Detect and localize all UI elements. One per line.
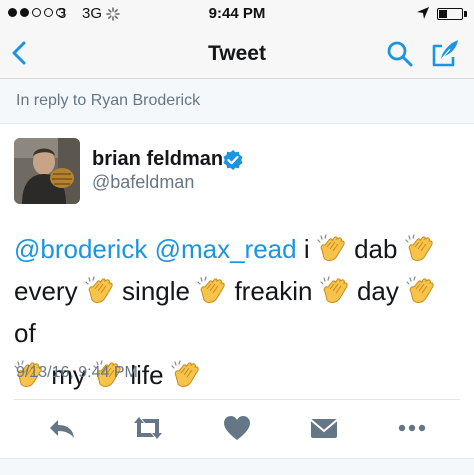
tweet-word: i — [303, 234, 310, 264]
tweet-word: dab — [354, 234, 398, 264]
tweet-word: day — [356, 276, 399, 306]
mention-link[interactable]: @broderick — [14, 234, 147, 264]
avatar[interactable] — [14, 138, 80, 204]
clapping-hands-emoji-icon — [85, 276, 115, 306]
direct-message-icon[interactable] — [306, 412, 342, 444]
reply-context-text: In reply to Ryan Broderick — [16, 92, 201, 109]
mention-link[interactable]: @max_read — [155, 234, 297, 264]
reply-context-bar[interactable]: In reply to Ryan Broderick — [0, 79, 474, 124]
clapping-hands-emoji-icon — [320, 276, 350, 306]
verified-icon — [223, 150, 243, 170]
clapping-hands-emoji-icon — [405, 234, 435, 264]
tweet-word: every — [14, 276, 78, 306]
compose-icon[interactable] — [428, 37, 462, 71]
next-section-strip — [0, 458, 474, 475]
status-time: 9:44 PM — [208, 5, 266, 22]
search-icon[interactable] — [385, 39, 415, 69]
more-icon[interactable] — [394, 412, 430, 444]
author-handle[interactable]: @bafeldman — [92, 172, 194, 193]
retweet-icon[interactable] — [130, 412, 166, 444]
battery-icon — [437, 8, 463, 20]
reply-icon[interactable] — [44, 412, 80, 444]
divider — [14, 399, 460, 400]
status-bar: 3 3G 9:44 PM — [0, 0, 474, 30]
location-arrow-icon — [417, 7, 429, 19]
author-display-name[interactable]: brian feldman — [92, 148, 223, 171]
clapping-hands-emoji-icon — [317, 234, 347, 264]
clapping-hands-emoji-icon — [406, 276, 436, 306]
clapping-hands-emoji-icon — [171, 360, 201, 390]
tweet-word: freakin — [234, 276, 313, 306]
heart-icon[interactable] — [219, 412, 255, 444]
tweet-word: single — [122, 276, 190, 306]
tweet-word: of — [14, 318, 36, 348]
clapping-hands-emoji-icon — [197, 276, 227, 306]
battery-tip — [464, 11, 467, 17]
tweet-timestamp: 9/13/16, 9:44 PM — [16, 364, 138, 381]
navigation-bar: Tweet — [0, 30, 474, 79]
